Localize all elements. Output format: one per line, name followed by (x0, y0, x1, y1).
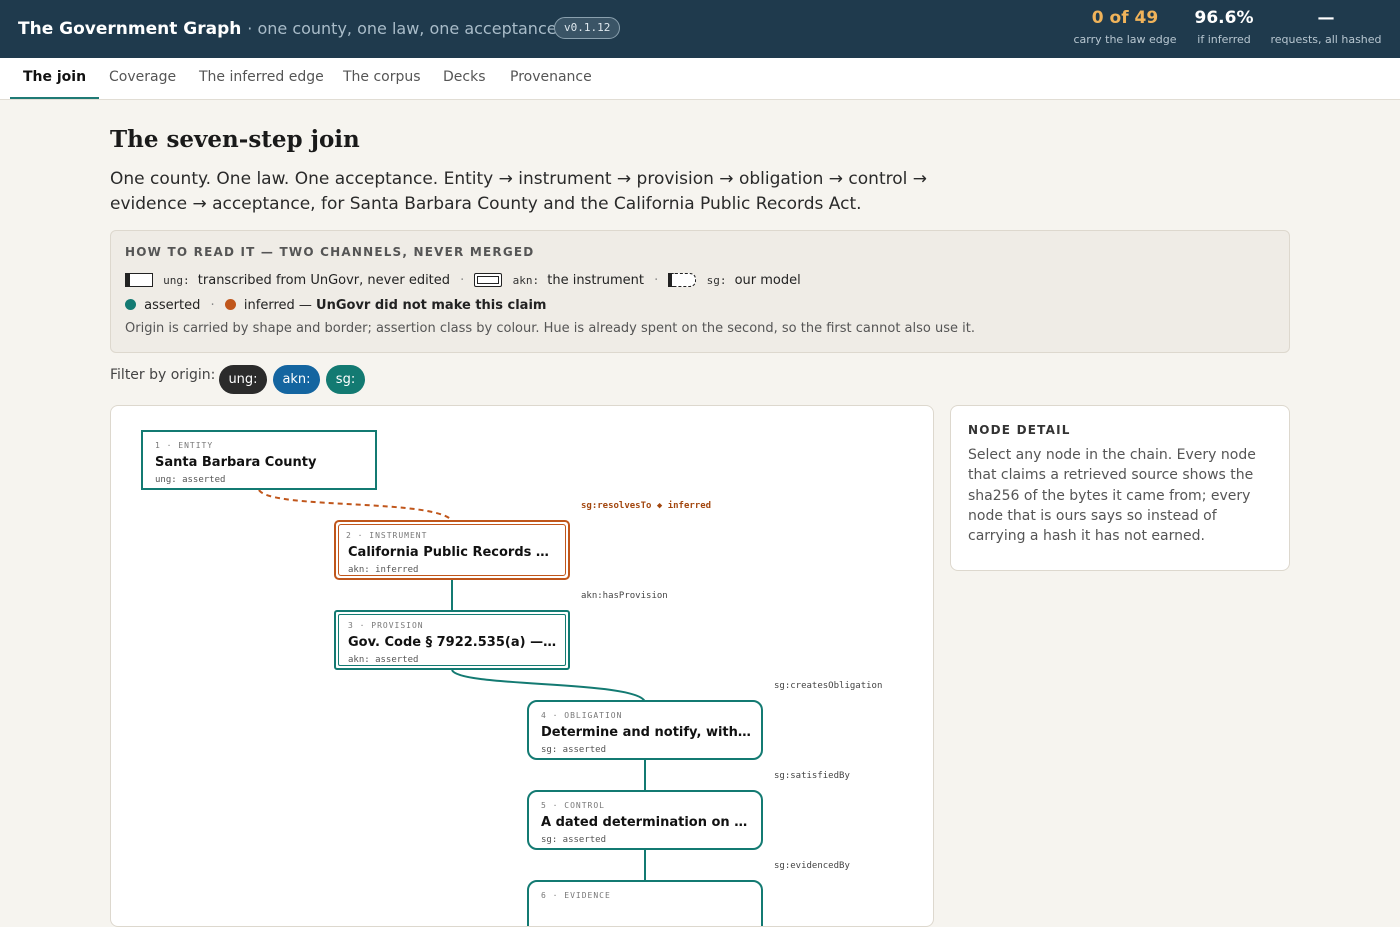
legend-title: HOW TO READ IT — TWO CHANNELS, NEVER MER… (125, 245, 535, 259)
node-kind: 6 · EVIDENCE (541, 891, 611, 900)
page-title: The seven-step join (110, 126, 360, 153)
node-kind: 1 · ENTITY (155, 441, 214, 450)
edge-label-satisfied-by: sg:satisfiedBy (774, 771, 850, 781)
legend-note: Origin is carried by shape and border; a… (125, 321, 975, 336)
tab-the-join[interactable]: The join (10, 58, 100, 99)
akn-text: the instrument (547, 273, 645, 288)
top-bar: The Government Graph · one county, one l… (0, 0, 1400, 58)
node-evidence[interactable]: 6 · EVIDENCE (527, 880, 763, 926)
edge-label-evidenced-by: sg:evidencedBy (774, 861, 850, 871)
join-graph: 1 · ENTITY Santa Barbara County ung: ass… (110, 405, 934, 927)
node-origin: sg: asserted (541, 745, 607, 755)
node-label: Gov. Code § 7922.535(a) — det… (348, 635, 558, 650)
brand-subtitle: · one county, one law, one acceptance (247, 19, 557, 38)
separator: · (210, 298, 215, 313)
stat-label: if inferred (1197, 33, 1251, 46)
legend-assertion-row: asserted · inferred — UnGovr did not mak… (125, 298, 546, 313)
legend-origin-row: ung: transcribed from UnGovr, never edit… (125, 273, 801, 288)
app-title: The Government Graph · one county, one l… (18, 19, 557, 39)
legend-panel: HOW TO READ IT — TWO CHANNELS, NEVER MER… (110, 230, 1290, 353)
inferred-label: inferred — (243, 298, 312, 313)
stat-law-edge: 0 of 49 carry the law edge (1070, 8, 1180, 46)
filter-chip-akn[interactable]: akn: (273, 365, 320, 394)
asserted-dot-icon (125, 299, 136, 310)
node-origin: akn: asserted (348, 655, 419, 665)
stat-requests: — requests, all hashed (1266, 8, 1386, 46)
edge-label-creates-obligation: sg:createsObligation (774, 681, 883, 691)
brand-name: The Government Graph (18, 19, 242, 39)
ung-text: transcribed from UnGovr, never edited (197, 273, 451, 288)
filter-chip-ung[interactable]: ung: (219, 365, 267, 394)
ung-prefix: ung: (163, 274, 190, 287)
node-origin: ung: asserted (155, 475, 226, 485)
ung-swatch-icon (125, 273, 153, 287)
detail-body: Select any node in the chain. Every node… (968, 447, 1256, 545)
edge-resolves-to (258, 489, 454, 523)
stat-if-inferred: 96.6% if inferred (1192, 8, 1256, 46)
node-obligation[interactable]: 4 · OBLIGATION Determine and notify, wit… (527, 700, 763, 760)
tab-provenance[interactable]: Provenance (510, 58, 592, 99)
edge-label-resolves-to: sg:resolvesTo ◆ inferred (581, 501, 712, 511)
inferred-emphasis: UnGovr did not make this claim (316, 298, 547, 313)
node-kind: 4 · OBLIGATION (541, 711, 623, 720)
node-provision[interactable]: 3 · PROVISION Gov. Code § 7922.535(a) — … (334, 610, 570, 670)
node-label: A dated determination on file… (541, 815, 751, 830)
inferred-dot-icon (224, 299, 236, 310)
node-instrument[interactable]: 2 · INSTRUMENT California Public Records… (334, 520, 570, 580)
edge-label-has-provision: akn:hasProvision (581, 591, 668, 601)
tab-decks[interactable]: Decks (443, 58, 486, 99)
node-kind: 5 · CONTROL (541, 801, 605, 810)
node-detail-panel: NODE DETAIL Select any node in the chain… (950, 405, 1290, 571)
stat-value: — (1317, 8, 1335, 28)
akn-swatch-icon (474, 273, 503, 287)
edge-creates-obligation (451, 669, 646, 703)
sg-text: our model (734, 273, 801, 288)
tab-coverage[interactable]: Coverage (109, 58, 176, 99)
node-control[interactable]: 5 · CONTROL A dated determination on fil… (527, 790, 763, 850)
page-lede: One county. One law. One acceptance. Ent… (110, 169, 927, 214)
node-entity[interactable]: 1 · ENTITY Santa Barbara County ung: ass… (141, 430, 377, 490)
node-kind: 2 · INSTRUMENT (346, 531, 428, 540)
sg-prefix: sg: (706, 274, 727, 287)
detail-title: NODE DETAIL (968, 423, 1071, 437)
stat-label: carry the law edge (1073, 33, 1177, 46)
node-label: Santa Barbara County (155, 455, 317, 470)
sg-swatch-icon (668, 273, 697, 287)
filter-label: Filter by origin: (110, 367, 216, 383)
tab-corpus[interactable]: The corpus (343, 58, 421, 99)
node-origin: sg: asserted (541, 835, 607, 845)
akn-prefix: akn: (512, 274, 540, 287)
node-origin: akn: inferred (348, 565, 419, 575)
separator: · (654, 273, 659, 288)
asserted-label: asserted (144, 298, 201, 313)
node-label: Determine and notify, within … (541, 725, 751, 740)
filter-chip-sg[interactable]: sg: (326, 365, 365, 394)
tab-inferred-edge[interactable]: The inferred edge (199, 58, 324, 99)
tab-bar: The join Coverage The inferred edge The … (0, 58, 1400, 100)
stat-value: 96.6% (1194, 8, 1254, 28)
node-kind: 3 · PROVISION (348, 621, 424, 630)
separator: · (460, 273, 465, 288)
version-badge: v0.1.12 (554, 17, 621, 39)
node-label: California Public Records Act (348, 545, 558, 560)
stat-label: requests, all hashed (1270, 33, 1382, 46)
stat-value: 0 of 49 (1091, 8, 1159, 28)
